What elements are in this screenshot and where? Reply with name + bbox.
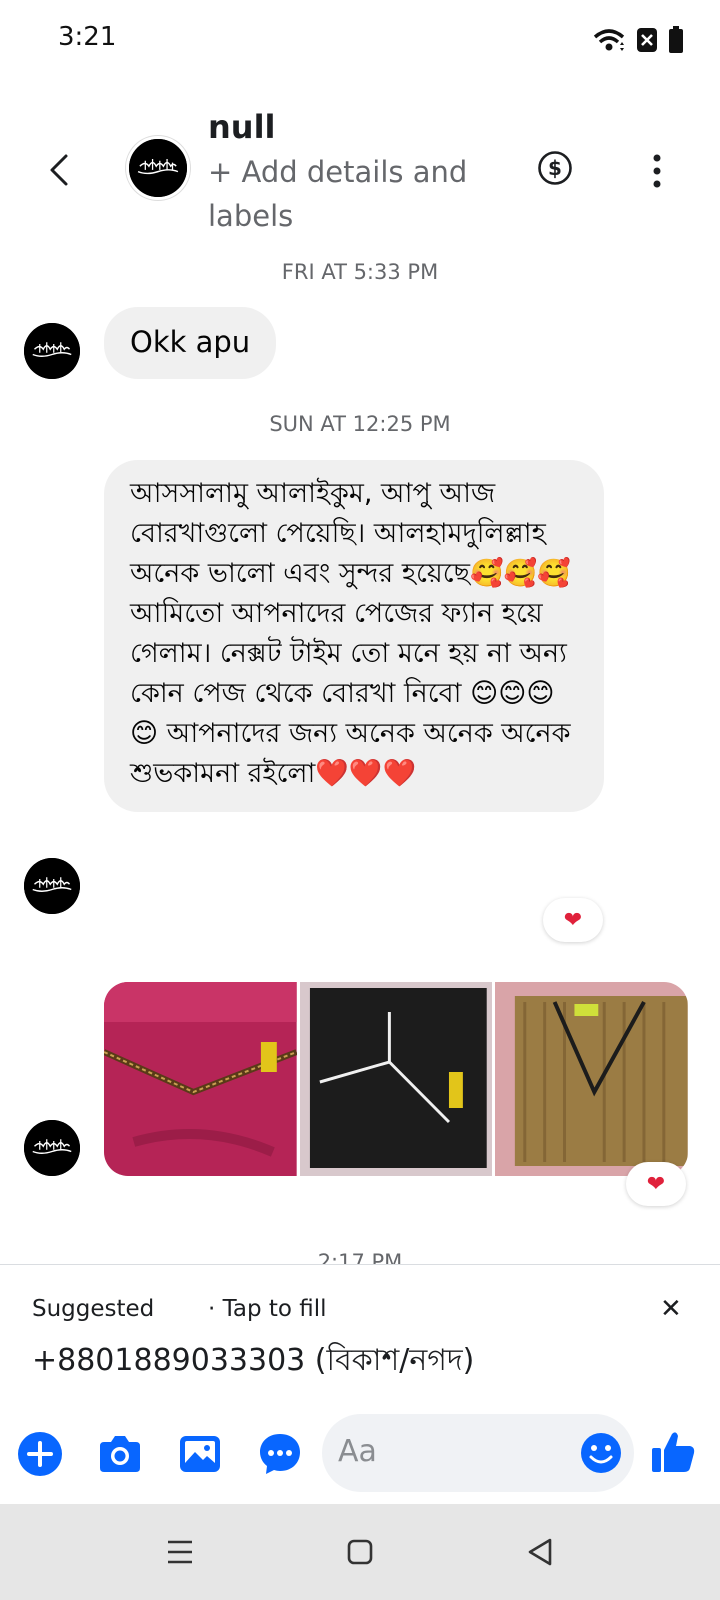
- photo-brown-borkha[interactable]: [495, 982, 688, 1176]
- close-icon[interactable]: ✕: [660, 1294, 682, 1324]
- heart-reaction[interactable]: ❤: [543, 898, 603, 942]
- timestamp: FRI AT 5:33 PM: [281, 260, 439, 284]
- message-bubble[interactable]: আসসালামু আলাইকুম, আপু আজ বোরখাগুলো পেয়ে…: [104, 460, 604, 812]
- more-icon[interactable]: [650, 154, 664, 188]
- message-bubble[interactable]: Okk apu: [104, 307, 277, 379]
- photo-pink-borkha[interactable]: [104, 982, 297, 1176]
- suggestion-tap-hint: · Tap to fill: [208, 1296, 327, 1322]
- emoji-icon[interactable]: [580, 1432, 622, 1474]
- photo-attachment[interactable]: [104, 982, 688, 1176]
- contact-avatar[interactable]: [126, 136, 190, 200]
- status-icons: [592, 26, 684, 54]
- sender-avatar[interactable]: [24, 323, 80, 379]
- suggestion-title: Suggested: [32, 1296, 155, 1322]
- calligraphy-logo-icon: [24, 858, 80, 914]
- sender-avatar[interactable]: [24, 858, 80, 914]
- add-details-link[interactable]: + Add details and labels: [208, 150, 498, 238]
- calligraphy-logo-icon: [24, 323, 80, 379]
- suggestion-value[interactable]: +8801889033303 (বিকাশ/নগদ): [32, 1336, 474, 1387]
- calligraphy-logo-icon: [24, 1120, 80, 1176]
- back-icon[interactable]: [44, 150, 76, 190]
- message-input-placeholder: Aa: [338, 1434, 377, 1469]
- gallery-icon[interactable]: [176, 1430, 224, 1478]
- home-icon[interactable]: [340, 1532, 380, 1572]
- photo-black-borkha[interactable]: [299, 982, 493, 1176]
- like-icon[interactable]: [650, 1428, 696, 1474]
- svg-text:$: $: [548, 156, 562, 180]
- calligraphy-logo-icon: [129, 139, 187, 197]
- dollar-icon[interactable]: $: [537, 150, 573, 186]
- battery-icon: [669, 26, 683, 53]
- heart-reaction[interactable]: ❤: [626, 1162, 686, 1206]
- status-time: 3:21: [58, 22, 117, 52]
- wifi-icon: [593, 29, 625, 51]
- back-nav-icon[interactable]: [520, 1532, 560, 1572]
- sim-off-icon: [637, 28, 657, 52]
- sender-avatar[interactable]: [24, 1120, 80, 1176]
- contact-name[interactable]: null: [208, 108, 276, 146]
- timestamp: SUN AT 12:25 PM: [269, 412, 451, 436]
- recent-apps-icon[interactable]: [160, 1532, 200, 1572]
- chat-icon[interactable]: [256, 1430, 304, 1478]
- camera-icon[interactable]: [96, 1430, 144, 1478]
- plus-icon[interactable]: [16, 1430, 64, 1478]
